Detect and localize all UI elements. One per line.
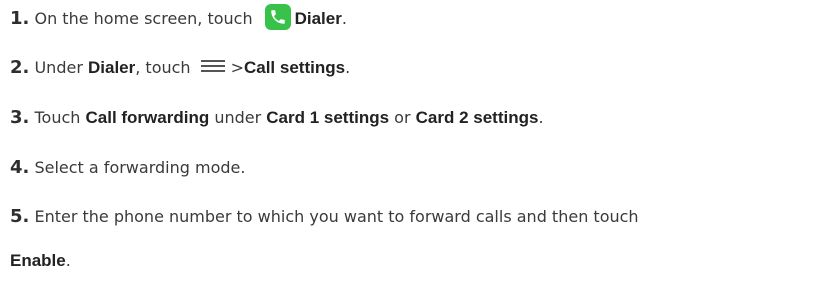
phone-icon xyxy=(264,4,291,30)
step-2: 2. Under Dialer, touch >Call settings. xyxy=(10,44,815,92)
step-text: On the home screen, touch xyxy=(34,9,253,28)
dialer-label: Dialer xyxy=(294,9,342,28)
step-text: under xyxy=(214,108,262,127)
step-text: Select a forwarding mode. xyxy=(34,158,246,177)
step-text: . xyxy=(341,9,347,28)
call-settings-label: Call settings xyxy=(243,58,346,77)
step-4: 4. Select a forwarding mode. xyxy=(10,144,815,192)
step-1: 1. On the home screen, touch Dialer. xyxy=(10,0,815,43)
step-text: Under xyxy=(34,58,83,77)
step-text: > xyxy=(230,58,244,77)
step-text: Touch xyxy=(34,108,81,127)
instruction-steps: 1. On the home screen, touch Dialer. 2. U… xyxy=(10,0,815,280)
step-3: 3. Touch Call forwarding under Card 1 se… xyxy=(10,94,815,142)
step-number: 4. xyxy=(10,157,30,178)
card-1-settings-label: Card 1 settings xyxy=(266,108,390,127)
step-number: 5. xyxy=(10,206,30,227)
step-5: 5. Enter the phone number to which you w… xyxy=(10,193,815,241)
step-text: or xyxy=(394,108,411,127)
step-text: . xyxy=(65,251,71,270)
enable-label: Enable xyxy=(10,251,66,270)
step-number: 3. xyxy=(10,107,30,128)
call-forwarding-label: Call forwarding xyxy=(85,108,210,127)
step-number: 1. xyxy=(10,8,30,29)
step-text: . xyxy=(345,58,351,77)
step-text: , touch xyxy=(135,58,191,77)
menu-icon xyxy=(200,58,225,74)
step-5-continuation: Enable. xyxy=(10,241,815,281)
step-text: Enter the phone number to which you want… xyxy=(34,207,639,226)
step-text: . xyxy=(538,108,544,127)
card-2-settings-label: Card 2 settings xyxy=(415,108,539,127)
step-number: 2. xyxy=(10,57,30,78)
dialer-label: Dialer xyxy=(88,58,136,77)
